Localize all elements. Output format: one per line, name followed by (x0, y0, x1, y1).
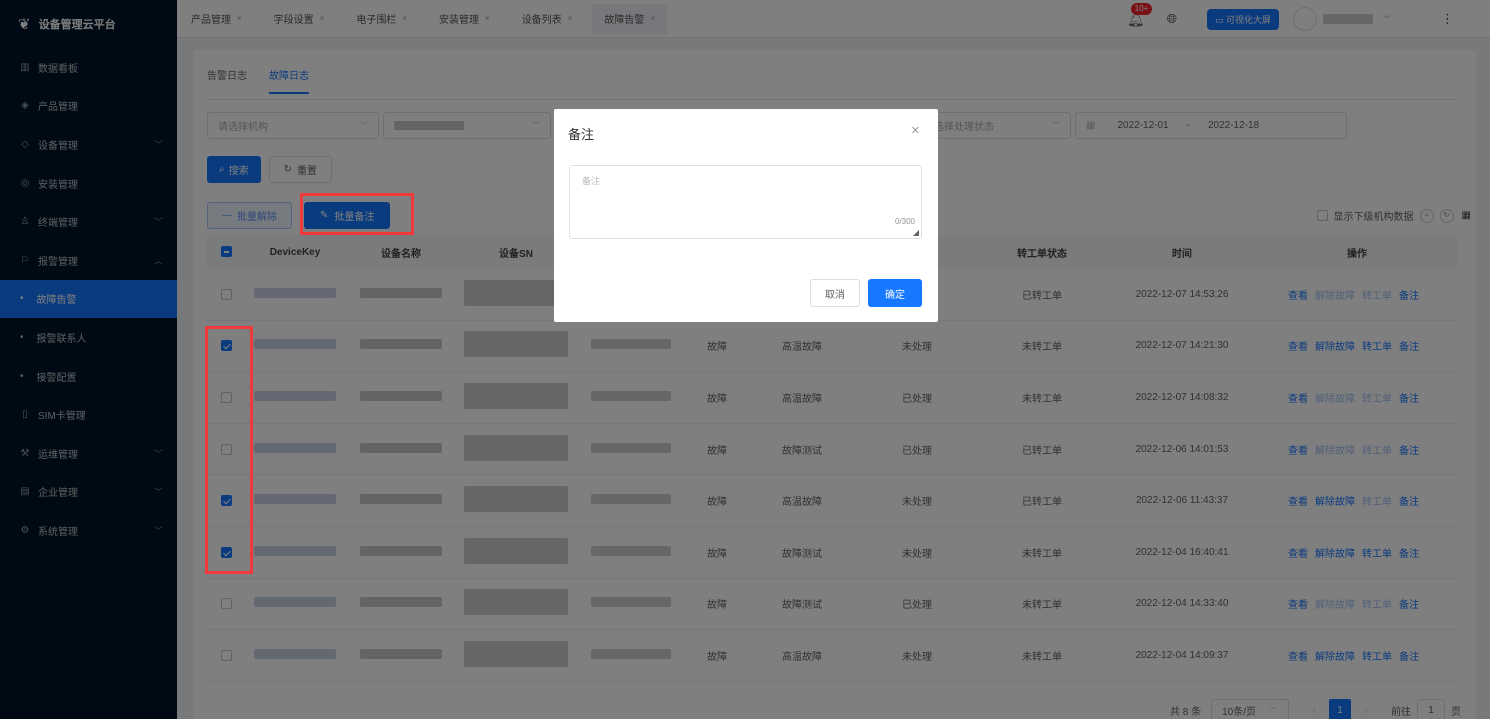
highlight-batch-note (300, 193, 414, 235)
char-counter: 0/300 (894, 217, 915, 226)
confirm-button[interactable]: 确定 (868, 279, 922, 307)
note-textarea[interactable]: 备注 0/300 ◢ (569, 165, 922, 239)
highlight-selected-rows (205, 326, 253, 574)
note-placeholder: 备注 (582, 176, 601, 186)
cancel-button[interactable]: 取消 (810, 279, 860, 307)
dialog-footer: 取消 确定 (810, 279, 922, 307)
dialog-title: 备注 (568, 127, 595, 142)
close-icon[interactable]: ✕ (911, 124, 920, 137)
note-dialog: 备注 ✕ 备注 0/300 ◢ 取消 确定 (554, 109, 938, 322)
resize-handle-icon[interactable]: ◢ (913, 228, 919, 237)
